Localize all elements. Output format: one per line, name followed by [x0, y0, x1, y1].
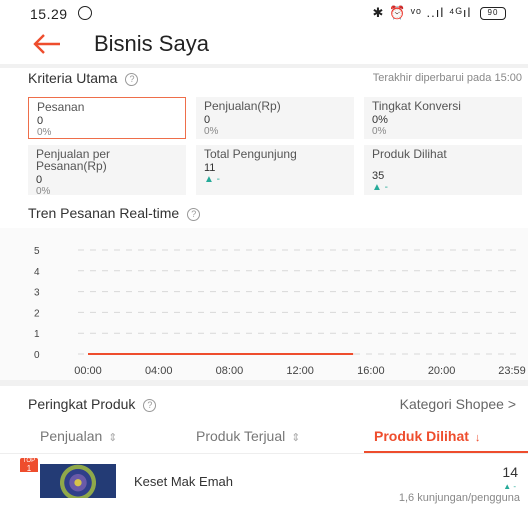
tab-produk-dilihat[interactable]: Produk Dilihat ↓ [374, 428, 480, 444]
metric-change: ▲ - [372, 182, 389, 193]
tab-penjualan[interactable]: Penjualan ⇕ [40, 428, 118, 444]
metric-change: ▲ - [204, 174, 221, 185]
x-tick-label: 04:00 [145, 365, 173, 377]
metric-total-pengunjung[interactable]: Total Pengunjung 11 ▲ - [196, 145, 354, 195]
metric-change: 0% [36, 186, 51, 197]
page-title: Bisnis Saya [94, 31, 209, 56]
kriteria-title: Kriteria Utama? [28, 70, 139, 86]
chart-svg: 0 1 2 3 4 5 00:00 04:00 08:00 12:00 16:00 20:00 23:5… [34, 246, 526, 377]
metric-value: 11 [204, 162, 216, 174]
metric-value: 35 [372, 170, 385, 182]
peringkat-title: Peringkat Produk? [28, 396, 157, 412]
sort-desc-icon: ↓ [474, 432, 481, 444]
x-tick-label: 12:00 [286, 365, 314, 377]
metric-value: 0% [372, 114, 388, 126]
metric-change: 0% [204, 126, 219, 137]
y-tick-label: 0 [34, 350, 40, 361]
metric-label: Penjualan(Rp) [204, 99, 281, 113]
trend-up-icon: ▲ - [503, 482, 516, 491]
help-icon[interactable]: ? [187, 207, 201, 221]
kriteria-header: Kriteria Utama? Terakhir diperbarui pada… [0, 64, 528, 90]
metric-produk-dilihat[interactable]: Produk Dilihat 35 ▲ - [364, 145, 522, 195]
top-rank-badge: TOP 1 [20, 458, 38, 473]
active-tab-indicator [364, 451, 528, 453]
sort-icon: ⇕ [291, 432, 301, 444]
x-tick-label: 08:00 [216, 365, 244, 377]
x-tick-label: 00:00 [74, 365, 102, 377]
product-view-count: 14 [502, 464, 518, 480]
metric-label: Tingkat Konversi [372, 99, 461, 113]
tren-title: Tren Pesanan Real-time [28, 205, 180, 221]
product-name: Keset Mak Emah [134, 474, 233, 489]
metric-label: Pesanan [37, 100, 85, 114]
status-bar: 15.29 ✱ ⏰ ᵛᵒ ..ıl ⁴ᴳıl 90 [0, 0, 528, 26]
status-icons: ✱ ⏰ ᵛᵒ ..ıl ⁴ᴳıl 90 [372, 5, 506, 21]
arrow-left-icon[interactable] [32, 32, 62, 56]
metric-pesanan[interactable]: Pesanan 0 0% [28, 97, 186, 139]
y-tick-label: 4 [34, 267, 40, 278]
y-tick-label: 5 [34, 246, 40, 257]
status-time: 15.29 [30, 6, 68, 22]
metric-tingkat-konversi[interactable]: Tingkat Konversi 0% 0% [364, 97, 522, 139]
metric-value: 0 [37, 115, 44, 127]
peringkat-header: Peringkat Produk? Kategori Shopee > [0, 386, 528, 420]
whatsapp-icon [78, 6, 92, 20]
y-tick-label: 2 [34, 308, 40, 319]
sort-icon: ⇕ [108, 432, 118, 444]
product-thumbnail [40, 464, 116, 498]
x-tick-label: 20:00 [428, 365, 456, 377]
metric-penjualan-per-pesanan[interactable]: Penjualan per Pesanan(Rp) 0 0% [28, 145, 186, 197]
metric-penjualan[interactable]: Penjualan(Rp) 0 0% [196, 97, 354, 139]
help-icon[interactable]: ? [125, 72, 139, 86]
x-tick-label: 23:59 [498, 365, 526, 377]
help-icon[interactable]: ? [143, 398, 157, 412]
x-tick-label: 16:00 [357, 365, 385, 377]
metric-change: 0% [37, 127, 52, 138]
battery-icon: 90 [480, 7, 506, 21]
status-indicators: ✱ ⏰ ᵛᵒ ..ıl ⁴ᴳıl [372, 5, 472, 20]
realtime-order-chart: 0 1 2 3 4 5 00:00 04:00 08:00 12:00 16:00 20:00 23:5… [0, 228, 528, 380]
metric-label: Produk Dilihat [372, 147, 447, 161]
kategori-shopee-link[interactable]: Kategori Shopee > [400, 396, 516, 412]
metric-change: 0% [372, 126, 387, 137]
metric-value: 0 [204, 114, 211, 126]
ranking-tabs: Penjualan ⇕ Produk Terjual ⇕ Produk Diliha… [0, 420, 528, 454]
tren-header: Tren Pesanan Real-time? [28, 205, 201, 221]
product-rank-row[interactable]: TOP 1 Keset Mak Emah 14 ▲ - 1,6 kunjungan… [0, 454, 528, 506]
metric-label: Total Pengunjung [204, 147, 297, 161]
metric-value: 0 [36, 174, 43, 186]
tab-produk-terjual[interactable]: Produk Terjual ⇕ [196, 428, 300, 444]
app-header: Bisnis Saya [0, 26, 528, 64]
last-updated: Terakhir diperbarui pada 15:00 [372, 72, 522, 84]
metric-label: Penjualan per Pesanan(Rp) [36, 147, 111, 173]
y-tick-label: 3 [34, 288, 40, 299]
product-visits-per-user: 1,6 kunjungan/pengguna [398, 492, 520, 504]
y-tick-label: 1 [34, 329, 40, 340]
